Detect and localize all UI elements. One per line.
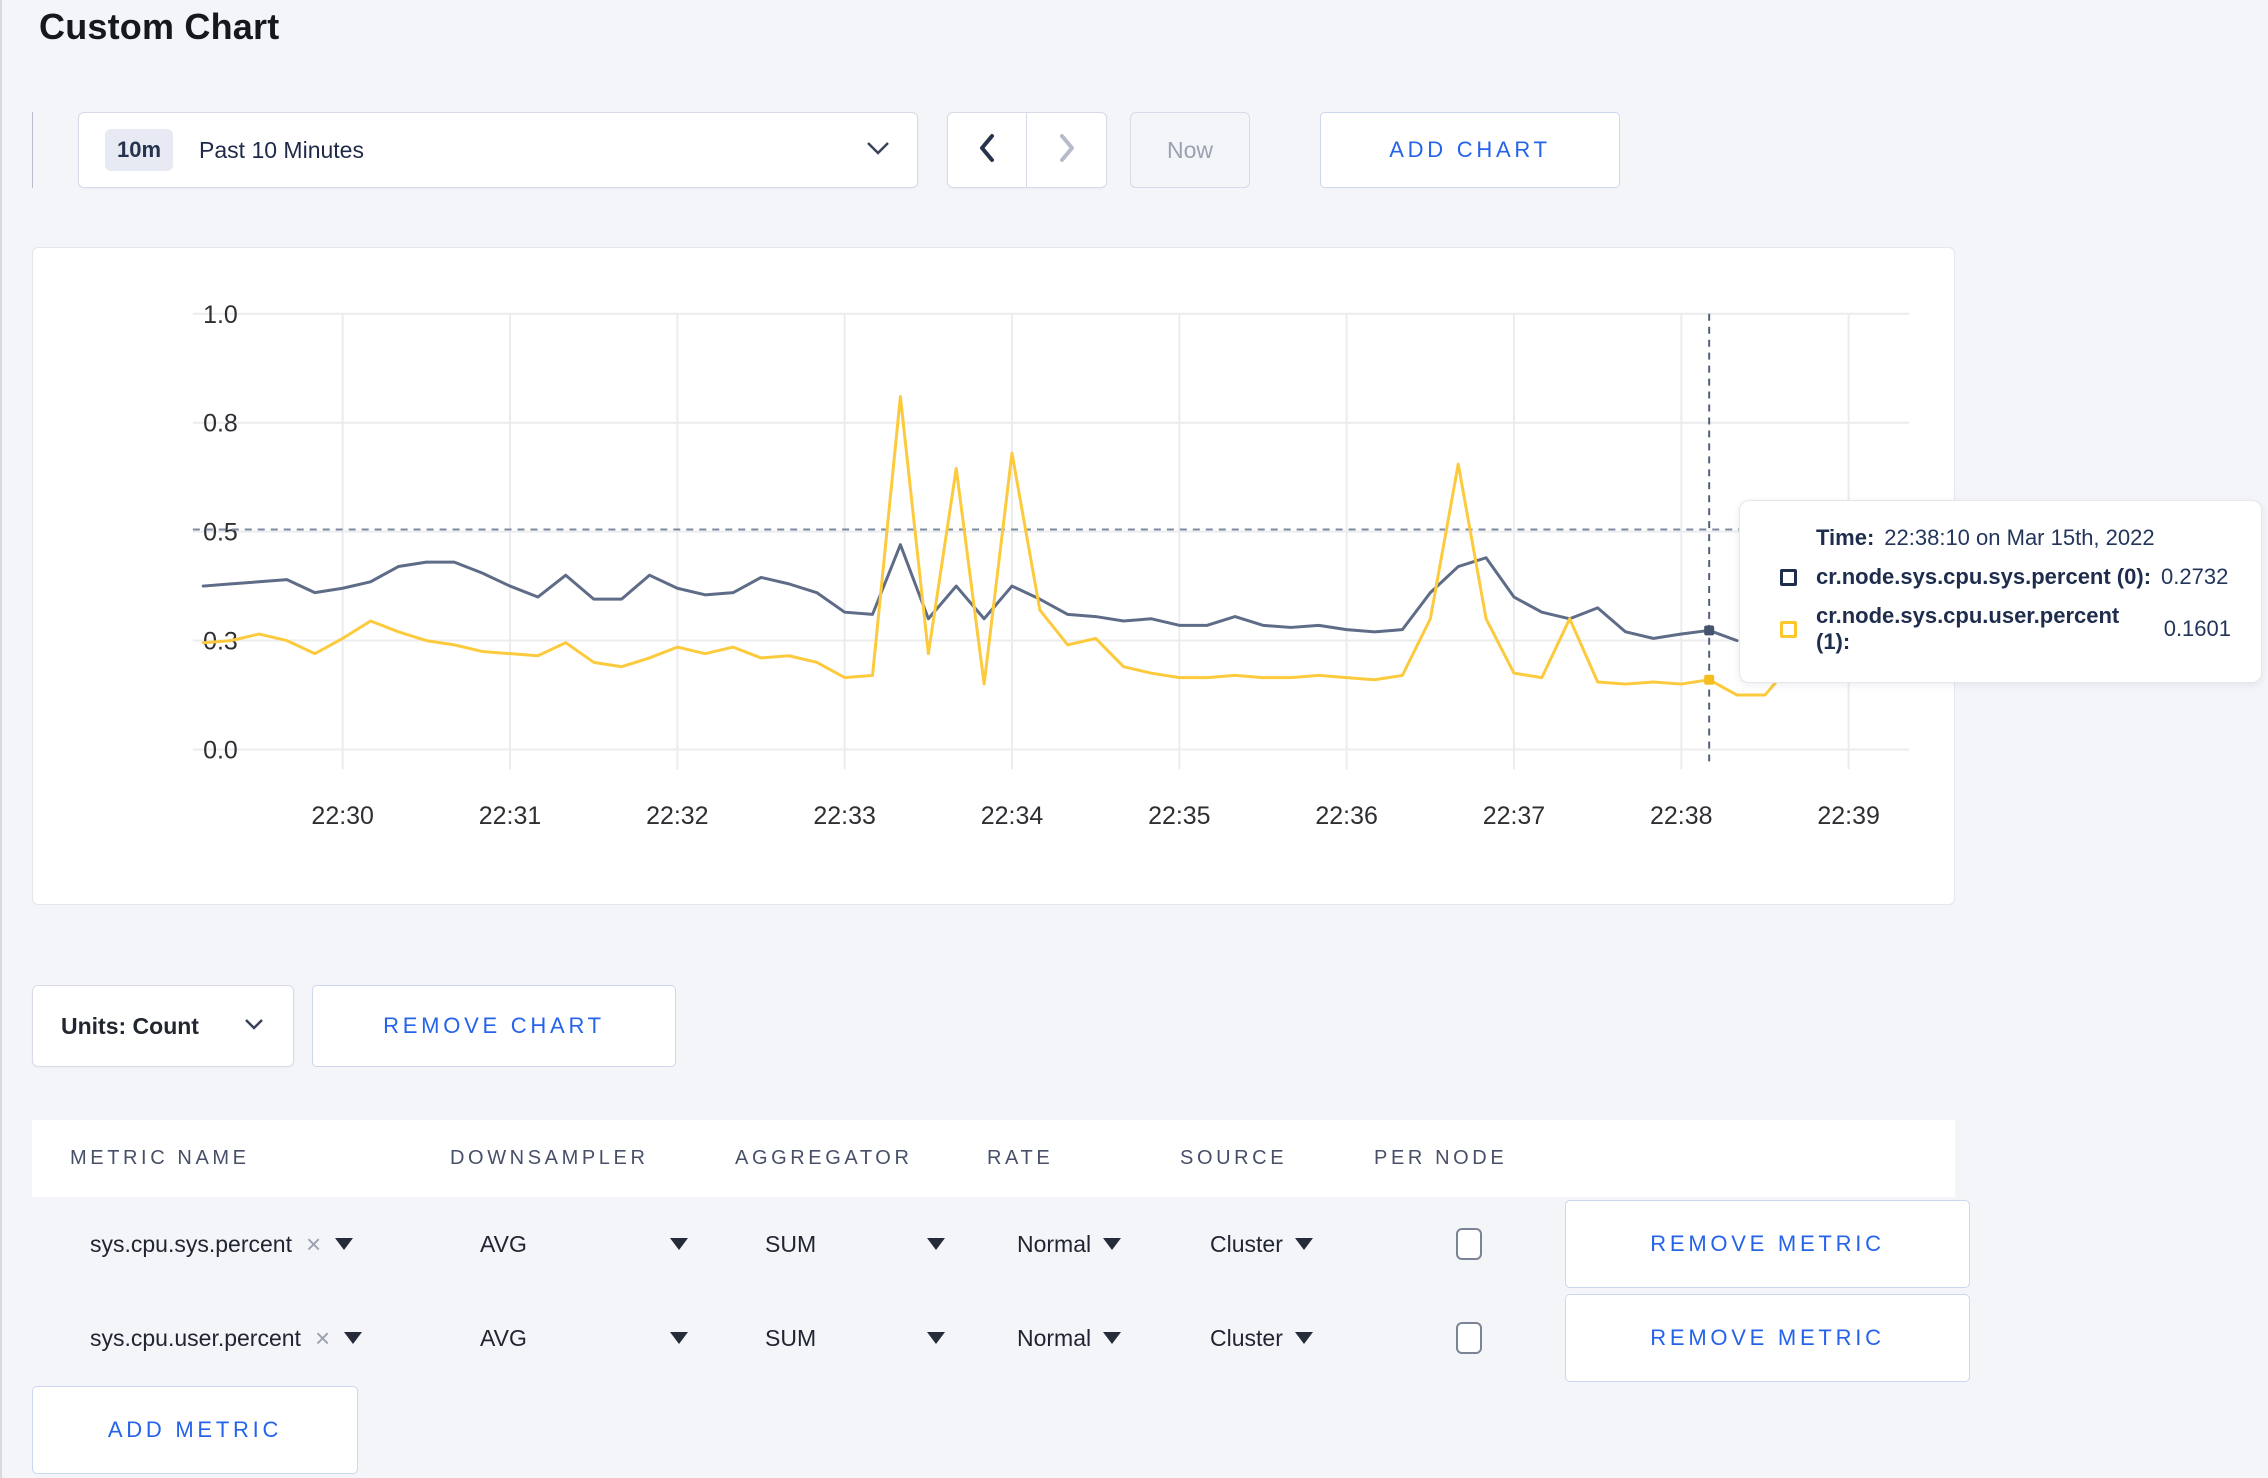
hover-point-marker	[1704, 674, 1715, 685]
column-header-rate: RATE	[987, 1147, 1054, 1169]
time-range-selector[interactable]: 10m Past 10 Minutes	[78, 112, 918, 188]
x-tick-label: 22:39	[1817, 802, 1879, 830]
series-line	[201, 543, 1739, 643]
caret-down-icon	[1103, 1238, 1122, 1250]
next-button[interactable]	[1027, 113, 1106, 187]
x-tick-label: 22:36	[1315, 802, 1377, 830]
metric-name-label: sys.cpu.sys.percent	[90, 1230, 292, 1257]
column-header-metric-name: METRIC NAME	[70, 1147, 250, 1169]
series-swatch-icon	[1780, 568, 1797, 586]
metric-name-select[interactable]: sys.cpu.user.percent ×	[90, 1292, 363, 1384]
rate-label: Normal	[1017, 1230, 1092, 1257]
metric-name-select[interactable]: sys.cpu.sys.percent ×	[90, 1198, 354, 1290]
prev-button[interactable]	[948, 113, 1027, 187]
toolbar-divider	[32, 112, 33, 188]
aggregator-select[interactable]: SUM	[765, 1292, 816, 1384]
caret-down-icon[interactable]	[670, 1292, 688, 1384]
time-step-group	[947, 112, 1107, 188]
remove-metric-button[interactable]: REMOVE METRIC	[1565, 1200, 1970, 1288]
column-header-aggregator: AGGREGATOR	[735, 1147, 913, 1169]
y-tick-label: 1.0	[203, 301, 238, 329]
caret-down-icon[interactable]	[927, 1198, 945, 1290]
units-label: Units: Count	[61, 1012, 199, 1039]
caret-down-icon	[1294, 1238, 1313, 1250]
y-tick-label: 0.0	[203, 736, 238, 764]
tooltip-time-label: Time:	[1816, 525, 1875, 550]
per-node-checkbox[interactable]	[1456, 1228, 1482, 1260]
column-header-downsampler: DOWNSAMPLER	[450, 1147, 649, 1169]
x-tick-label: 22:35	[1148, 802, 1210, 830]
rate-select[interactable]: Normal	[1017, 1292, 1122, 1384]
metric-row: sys.cpu.user.percent × AVG SUM Normal Cl…	[32, 1292, 1970, 1384]
time-range-badge: 10m	[105, 129, 174, 171]
x-tick-label: 22:38	[1650, 802, 1712, 830]
add-metric-button[interactable]: ADD METRIC	[32, 1386, 358, 1474]
tooltip-series-name: cr.node.sys.cpu.user.percent (1):	[1816, 603, 2120, 654]
tooltip-series-row: cr.node.sys.cpu.user.percent (1): 0.1601	[1780, 603, 2231, 655]
caret-down-icon	[1103, 1332, 1122, 1344]
chevron-down-icon	[865, 140, 891, 161]
hover-point-marker	[1704, 625, 1715, 636]
tooltip-time-row: Time: 22:38:10 on Mar 15th, 2022	[1780, 525, 2231, 551]
x-tick-label: 22:31	[479, 802, 541, 830]
source-label: Cluster	[1210, 1324, 1283, 1351]
clear-icon[interactable]: ×	[315, 1325, 330, 1351]
column-header-source: SOURCE	[1180, 1147, 1288, 1169]
chevron-right-icon	[1057, 133, 1077, 168]
custom-chart-page: Custom Chart 10m Past 10 Minutes Now ADD…	[0, 0, 2268, 1478]
add-chart-button[interactable]: ADD CHART	[1320, 112, 1620, 188]
column-header-per-node: PER NODE	[1374, 1147, 1508, 1169]
time-range-label: Past 10 Minutes	[199, 136, 364, 163]
caret-down-icon[interactable]	[927, 1292, 945, 1384]
caret-down-icon[interactable]	[670, 1198, 688, 1290]
chevron-left-icon	[977, 133, 997, 168]
metric-name-label: sys.cpu.user.percent	[90, 1324, 301, 1351]
units-dropdown[interactable]: Units: Count	[32, 985, 294, 1067]
x-tick-label: 22:33	[813, 802, 875, 830]
timeseries-chart[interactable]: 0.00.30.50.81.022:30 22:31 22:32 22:33 22:34…	[33, 248, 1954, 904]
chart-tooltip: Time: 22:38:10 on Mar 15th, 2022 cr.node…	[1739, 500, 2262, 683]
x-tick-label: 22:37	[1483, 802, 1545, 830]
caret-down-icon	[344, 1332, 363, 1344]
x-tick-label: 22:34	[981, 802, 1044, 830]
downsampler-select[interactable]: AVG	[480, 1198, 527, 1290]
caret-down-icon	[335, 1238, 354, 1250]
metric-row: sys.cpu.sys.percent × AVG SUM Normal Clu…	[32, 1198, 1970, 1290]
series-line	[201, 395, 1851, 697]
tooltip-series-name: cr.node.sys.cpu.sys.percent (0):	[1816, 564, 2152, 589]
x-tick-label: 22:30	[311, 802, 373, 830]
tooltip-time-value: 22:38:10 on Mar 15th, 2022	[1884, 525, 2155, 550]
series-swatch-icon	[1780, 620, 1797, 638]
rate-label: Normal	[1017, 1324, 1092, 1351]
tooltip-series-value: 0.2732	[2161, 564, 2229, 589]
page-title: Custom Chart	[39, 6, 280, 47]
now-button[interactable]: Now	[1130, 112, 1250, 188]
y-tick-label: 0.5	[203, 519, 238, 547]
source-label: Cluster	[1210, 1230, 1283, 1257]
aggregator-select[interactable]: SUM	[765, 1198, 816, 1290]
remove-chart-button[interactable]: REMOVE CHART	[312, 985, 676, 1067]
chevron-down-icon	[243, 1017, 265, 1036]
source-select[interactable]: Cluster	[1210, 1292, 1313, 1384]
source-select[interactable]: Cluster	[1210, 1198, 1313, 1290]
tooltip-series-value: 0.1601	[2163, 616, 2231, 641]
remove-metric-button[interactable]: REMOVE METRIC	[1565, 1294, 1970, 1382]
per-node-checkbox[interactable]	[1456, 1322, 1482, 1354]
chart-card: 0.0 0.3 0.5 0.8 1.0 22:30 22:31 22:32 22:33 22:34…	[32, 247, 1955, 905]
caret-down-icon	[1294, 1332, 1313, 1344]
y-tick-label: 0.8	[203, 410, 238, 438]
x-tick-label: 22:32	[646, 802, 708, 830]
rate-select[interactable]: Normal	[1017, 1198, 1122, 1290]
downsampler-select[interactable]: AVG	[480, 1292, 527, 1384]
tooltip-series-row: cr.node.sys.cpu.sys.percent (0): 0.2732	[1780, 564, 2231, 590]
clear-icon[interactable]: ×	[306, 1231, 321, 1257]
